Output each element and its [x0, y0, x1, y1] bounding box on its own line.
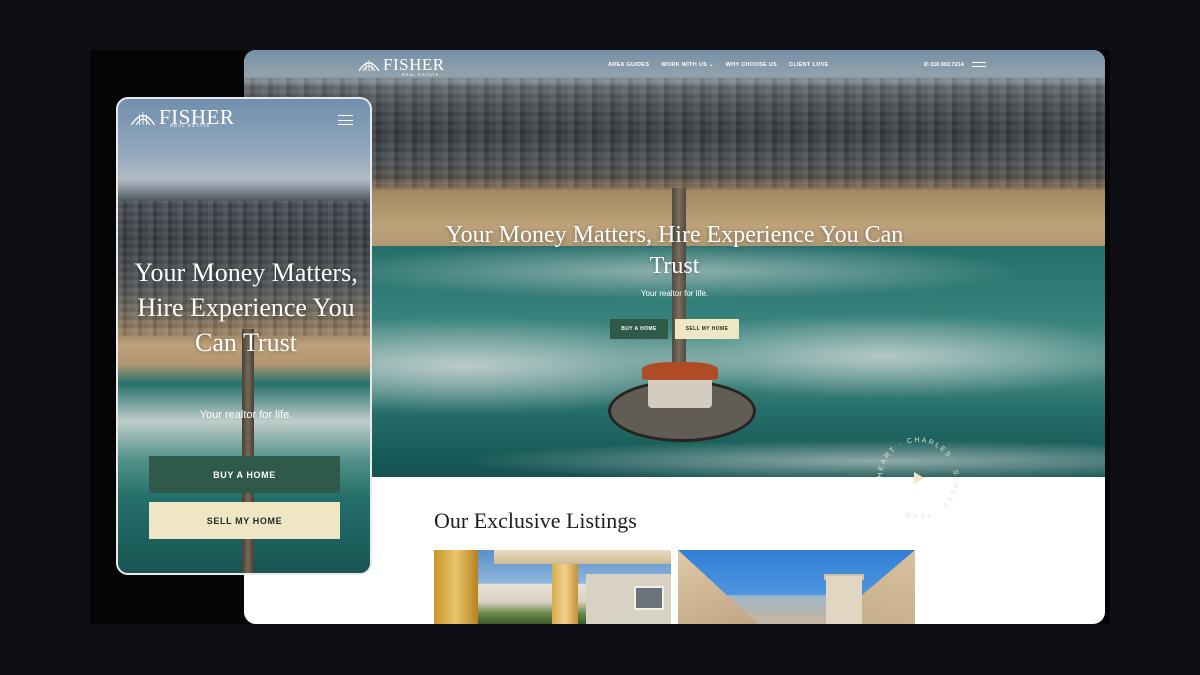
- buy-home-button[interactable]: BUY A HOME: [610, 319, 668, 339]
- mobile-logo-tagline: REAL ESTATE: [170, 123, 211, 128]
- logo-tagline: REAL ESTATE: [402, 72, 440, 77]
- listing-photo-2[interactable]: [678, 550, 915, 624]
- mobile-buy-home-button[interactable]: BUY A HOME: [149, 456, 340, 493]
- mobile-hero-title: Your Money Matters, Hire Experience You …: [134, 258, 358, 357]
- mobile-hero-subtitle: Your realtor for life.: [199, 409, 293, 421]
- desktop-navbar: FISHER REAL ESTATE AREA GUIDES WORK WITH…: [244, 50, 1105, 84]
- desktop-hero: FISHER REAL ESTATE AREA GUIDES WORK WITH…: [244, 50, 1105, 477]
- mobile-sell-home-button[interactable]: SELL MY HOME: [149, 502, 340, 539]
- nav-client-love[interactable]: CLIENT LOVE: [789, 62, 829, 68]
- hero-subtitle: Your realtor for life.: [640, 289, 709, 298]
- desktop-preview: FISHER REAL ESTATE AREA GUIDES WORK WITH…: [244, 50, 1105, 624]
- nav-phone[interactable]: ✆ 310.902.7214: [924, 62, 964, 68]
- fisher-logo-icon: [130, 111, 156, 125]
- hero-title: Your Money Matters, Hire Experience You …: [445, 222, 904, 279]
- listings-title: Our Exclusive Listings: [434, 508, 637, 533]
- listing-photo-1[interactable]: [434, 550, 671, 624]
- fisher-logo-icon: [358, 59, 380, 71]
- nav-work-with-us[interactable]: WORK WITH US ⌄: [661, 62, 714, 68]
- mobile-preview: FISHER REAL ESTATE Your Money Matters, H…: [116, 97, 372, 575]
- team-badge[interactable]: HEART · CHARLES · STREET · TEAM ·: [870, 430, 966, 526]
- hamburger-menu-icon[interactable]: [972, 62, 986, 71]
- logo-wordmark: FISHER: [383, 55, 445, 74]
- play-icon: [914, 472, 924, 484]
- desktop-nav-links: AREA GUIDES WORK WITH US ⌄ WHY CHOOSE US…: [608, 62, 829, 68]
- desktop-logo[interactable]: FISHER: [358, 56, 445, 73]
- nav-area-guides[interactable]: AREA GUIDES: [608, 62, 649, 68]
- nav-why-choose-us[interactable]: WHY CHOOSE US: [726, 62, 777, 68]
- hamburger-menu-icon[interactable]: [338, 115, 353, 126]
- sell-home-button[interactable]: SELL MY HOME: [675, 319, 739, 339]
